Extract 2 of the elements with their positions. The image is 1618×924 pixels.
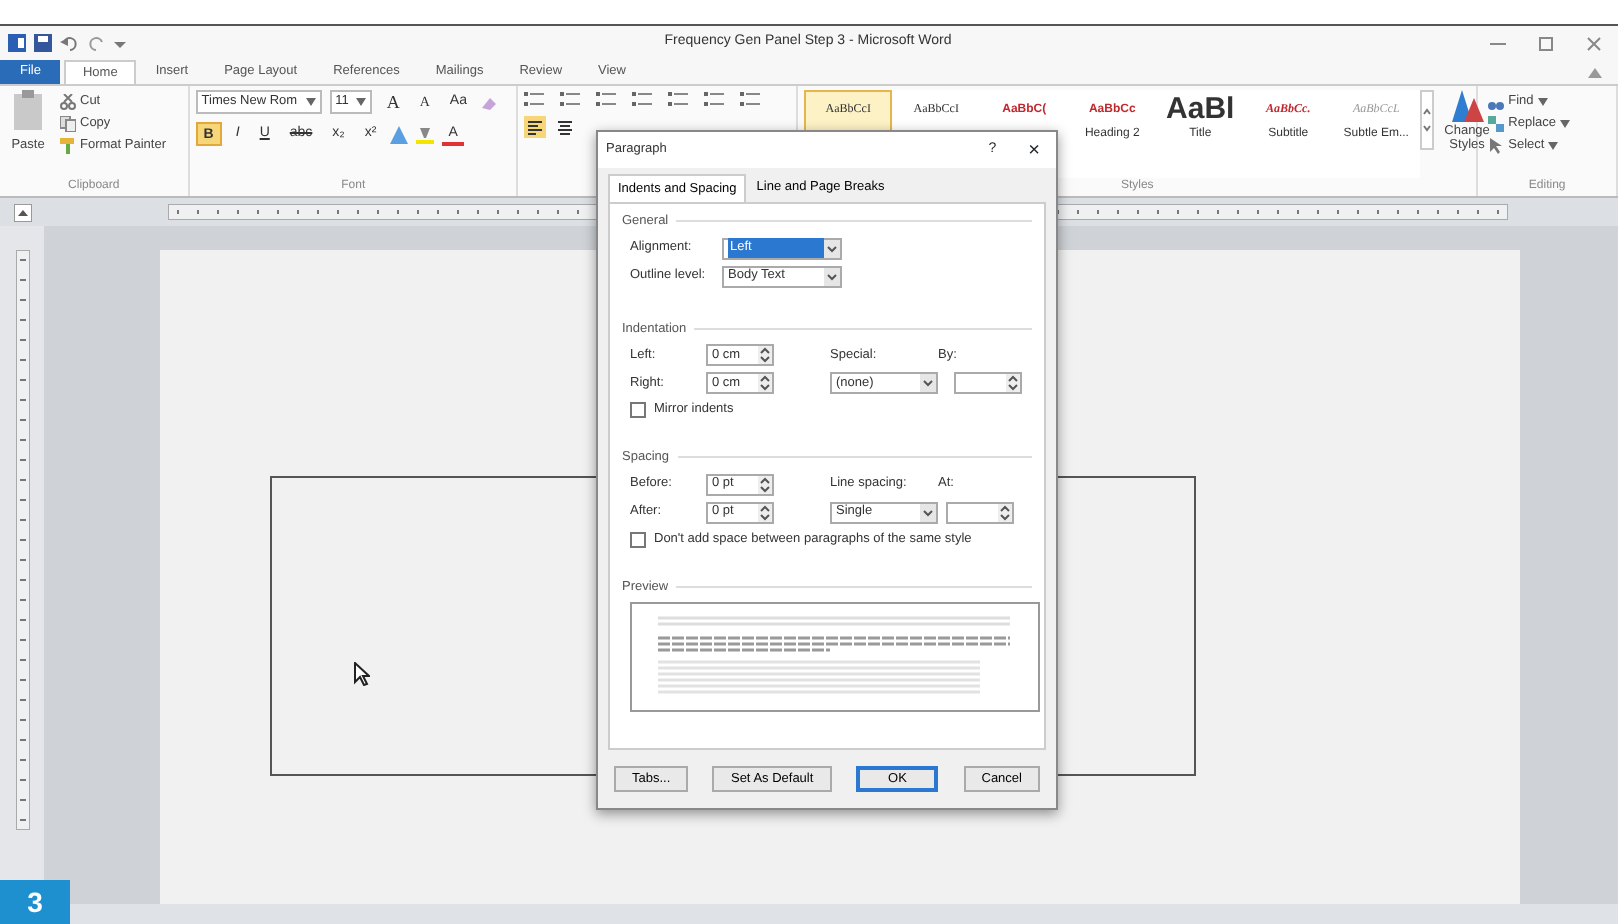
- step-number: 3: [0, 880, 70, 924]
- style-sample: AaBl: [1166, 94, 1235, 126]
